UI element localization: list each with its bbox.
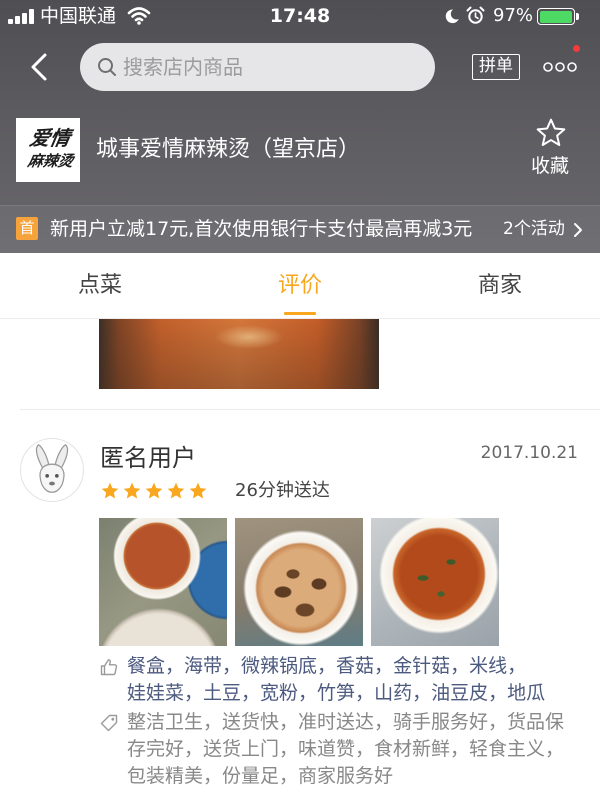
store-header: 中国联通 17:48 97% 拼单: [0, 0, 600, 253]
store-tabs: 点菜 评价 商家: [0, 253, 600, 319]
more-icon[interactable]: [542, 61, 578, 73]
recommended-dish[interactable]: 土豆，: [203, 680, 260, 707]
rating-star: [101, 482, 119, 499]
chevron-left-icon: [31, 53, 47, 81]
recommended-dish[interactable]: 餐盒，: [127, 653, 184, 680]
new-user-badge: 首: [16, 217, 38, 240]
recommended-dish[interactable]: 微辣锅底，: [241, 653, 336, 680]
recommended-dish[interactable]: 娃娃菜，: [127, 680, 203, 707]
rating-star: [167, 482, 185, 499]
store-logo-text: 爱情: [27, 126, 73, 150]
battery-level-fill: [539, 10, 572, 23]
tab-merchant[interactable]: 商家: [400, 253, 600, 318]
rating-star: [123, 482, 141, 499]
recommended-dish[interactable]: 油豆皮，: [431, 680, 507, 707]
search-icon: [98, 58, 116, 76]
delivery-time: 26分钟送达: [235, 480, 330, 501]
review-photo[interactable]: [235, 518, 363, 646]
review-photo[interactable]: [99, 518, 227, 646]
store-logo-text: 麻辣烫: [26, 152, 75, 170]
recommended-dish[interactable]: 海带，: [184, 653, 241, 680]
favorite-label: 收藏: [531, 155, 570, 177]
moon-icon: [445, 9, 459, 24]
tab-reviews[interactable]: 评价: [200, 253, 400, 318]
tab-active-indicator: [284, 312, 316, 315]
recommended-dish[interactable]: 山药，: [374, 680, 431, 707]
recommended-dish[interactable]: 地瓜: [507, 680, 545, 707]
search-input[interactable]: [80, 43, 435, 91]
tab-menu[interactable]: 点菜: [0, 253, 200, 318]
star-outline-icon: [536, 118, 566, 146]
tag-icon: [100, 714, 118, 732]
tab-label: 商家: [477, 273, 522, 298]
recommended-dish[interactable]: 米线，: [469, 653, 526, 680]
recommended-dish[interactable]: 竹笋，: [317, 680, 374, 707]
back-button[interactable]: [28, 52, 50, 82]
search-box[interactable]: [80, 43, 435, 91]
recommended-dishes-list: 餐盒，海带，微辣锅底，香菇，金针菇，米线， 娃娃菜，土豆，宽粉，竹笋，山药，油豆皮…: [127, 653, 577, 707]
promotion-bar[interactable]: 首 新用户立减17元,首次使用银行卡支付最高再减3元 2个活动: [0, 205, 600, 253]
store-logo: 爱情 麻辣烫: [16, 118, 80, 182]
recommended-dish[interactable]: 金针菇，: [393, 653, 469, 680]
reviewer-name: 匿名用户: [100, 444, 196, 472]
tab-label: 评价: [277, 273, 322, 298]
avatar: [20, 438, 84, 502]
chevron-right-icon: [574, 223, 582, 237]
review-divider: [20, 409, 600, 410]
rating-star: [189, 482, 207, 499]
alarm-icon: [466, 6, 485, 24]
previous-review-photo[interactable]: [99, 319, 379, 389]
review-date: 2017.10.21: [480, 443, 578, 463]
review-photo[interactable]: [371, 518, 499, 646]
rating-star: [145, 482, 163, 499]
battery-icon: [537, 8, 575, 25]
kangaroo-avatar-icon: [35, 444, 69, 493]
activities-link[interactable]: 2个活动: [503, 218, 565, 240]
promotion-text: 新用户立减17元,首次使用银行卡支付最高再减3元: [50, 218, 473, 240]
rating-stars: [100, 481, 208, 501]
review-tags-text: 整洁卫生，送货快，准时送达，骑手服务好，货品保存完好，送货上门，味道赞，食材新鲜…: [127, 711, 565, 787]
battery-percent: 97%: [493, 5, 534, 26]
store-name: 城事爱情麻辣烫（望京店）: [96, 137, 361, 162]
notification-dot: [573, 45, 580, 52]
favorite-button[interactable]: 收藏: [526, 114, 578, 184]
recommended-dish[interactable]: 宽粉，: [260, 680, 317, 707]
battery-nub: [576, 13, 579, 20]
thumbs-up-icon: [100, 659, 118, 676]
tab-label: 点菜: [77, 273, 122, 298]
recommended-dish[interactable]: 香菇，: [336, 653, 393, 680]
group-order-button[interactable]: 拼单: [472, 54, 520, 80]
